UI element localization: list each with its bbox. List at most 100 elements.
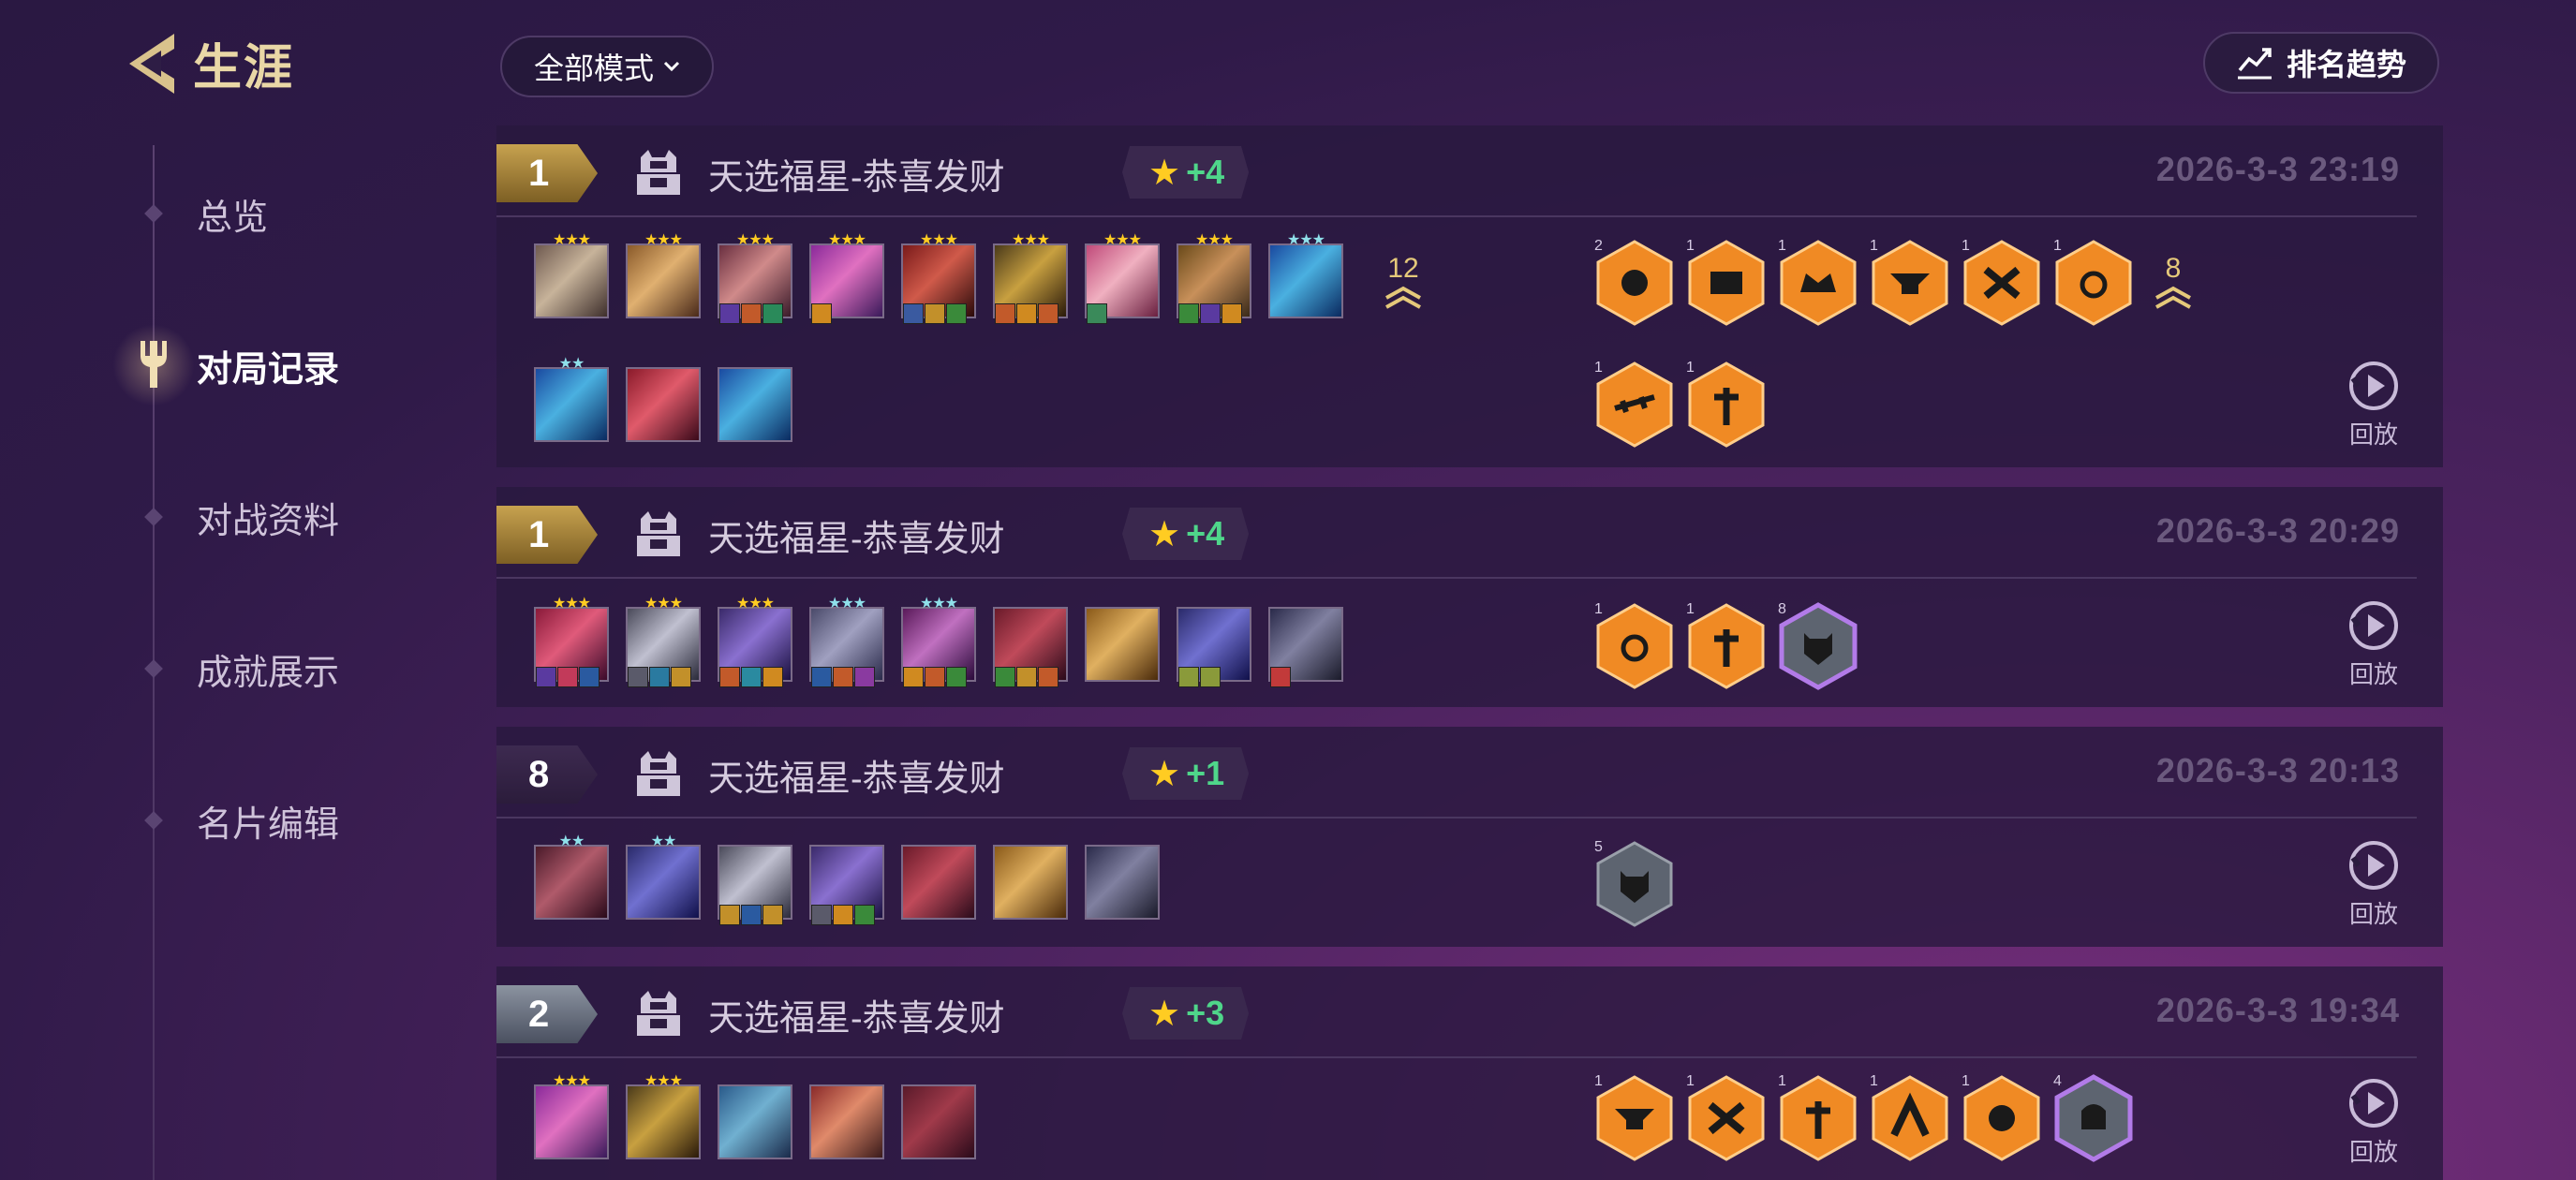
champion-unit[interactable]: ★★★ xyxy=(901,233,976,324)
champion-unit[interactable]: ★★ xyxy=(626,834,701,920)
match-record[interactable]: 8 天选福星-恭喜发财 ★ +1 2026-3-3 20:13 ★★ ★★ 5 … xyxy=(496,727,2443,947)
champion-unit[interactable]: ★★★ xyxy=(534,1074,609,1159)
champion-unit[interactable]: ★★★ xyxy=(534,597,609,687)
match-record[interactable]: 2 天选福星-恭喜发财 ★ +3 2026-3-3 19:34 ★★★ ★★★ … xyxy=(496,966,2443,1180)
star-icon: ★ xyxy=(1148,754,1181,794)
level-up-icon xyxy=(2155,286,2191,309)
match-date: 2026-3-3 23:19 xyxy=(2155,150,2400,188)
champion-unit[interactable] xyxy=(901,845,976,920)
champion-unit[interactable] xyxy=(901,1084,976,1159)
champion-unit[interactable]: ★★★ xyxy=(626,1074,701,1159)
sidebar-item-overview[interactable]: 总览 xyxy=(0,176,450,251)
nav-dot xyxy=(144,659,163,678)
rank-trend-label: 排名趋势 xyxy=(2286,48,2406,81)
champion-unit[interactable] xyxy=(1085,845,1160,920)
divider xyxy=(496,577,2417,579)
item-slots xyxy=(628,667,691,687)
replay-icon xyxy=(2349,361,2398,410)
points-badge: ★ +4 xyxy=(1122,508,1250,560)
star-level: ★★★ xyxy=(735,232,775,248)
mode-name: 天选福星-恭喜发财 xyxy=(708,158,1005,198)
champion-unit[interactable]: ★★★ xyxy=(626,233,701,318)
match-record[interactable]: 1 天选福星-恭喜发财 ★ +4 2026-3-3 23:19 ★★★ ★★ ★ … xyxy=(496,125,2443,467)
champion-unit[interactable] xyxy=(1177,607,1251,687)
trait-count: 8 xyxy=(1778,601,1786,617)
champion-unit[interactable]: ★★★ xyxy=(809,233,884,324)
champion-unit[interactable] xyxy=(809,845,884,925)
sidebar-item-battle-data[interactable]: 对战资料 xyxy=(0,479,450,554)
champion-unit[interactable]: ★★ xyxy=(534,357,609,442)
match-record[interactable]: 1 天选福星-恭喜发财 ★ +4 2026-3-3 20:29 ★★★ ★★★ … xyxy=(496,487,2443,707)
champion-unit[interactable] xyxy=(1268,607,1343,687)
item-slots xyxy=(1270,667,1291,687)
mode-name: 天选福星-恭喜发财 xyxy=(708,760,1005,799)
trait-count: 1 xyxy=(1686,238,1695,254)
champion-unit[interactable]: ★★★ xyxy=(809,597,884,687)
star-level: ★★★ xyxy=(735,596,775,612)
trait-count: 2 xyxy=(1594,238,1603,254)
mode-name: 天选福星-恭喜发财 xyxy=(708,999,1005,1039)
trait-count: 1 xyxy=(1778,238,1786,254)
champion-unit[interactable]: ★★★ xyxy=(901,597,976,687)
champion-unit[interactable] xyxy=(718,367,792,442)
chevron-down-icon xyxy=(663,61,680,72)
item-slots xyxy=(811,303,832,324)
item-slots xyxy=(719,905,783,925)
champion-unit[interactable]: ★★ xyxy=(534,834,609,920)
nav-dot xyxy=(144,204,163,223)
points-value: +1 xyxy=(1186,754,1225,792)
replay-button[interactable]: 回放 xyxy=(2336,839,2411,930)
item-slots xyxy=(811,905,875,925)
trait-level: 8 xyxy=(2145,253,2201,309)
champion-unit[interactable]: ★★★ xyxy=(534,233,609,318)
item-slots xyxy=(811,667,875,687)
champion-unit[interactable] xyxy=(718,845,792,925)
star-level: ★★★ xyxy=(552,1073,591,1089)
trait-count: 1 xyxy=(1870,238,1878,254)
sidebar-item-achievements[interactable]: 成就展示 xyxy=(0,631,450,706)
trait-count: 1 xyxy=(2053,238,2062,254)
nav-dot xyxy=(144,811,163,830)
replay-button[interactable]: 回放 xyxy=(2336,599,2411,690)
champion-unit[interactable]: ★★★ xyxy=(1177,233,1251,324)
mode-robot-icon xyxy=(637,751,680,796)
champion-unit[interactable]: ★★★ xyxy=(626,597,701,687)
champion-unit[interactable] xyxy=(993,845,1068,920)
player-level: 12 xyxy=(1375,253,1431,309)
champion-unit[interactable] xyxy=(1085,607,1160,682)
star-level: ★★★ xyxy=(552,232,591,248)
item-slots xyxy=(903,303,967,324)
star-level: ★★★ xyxy=(919,596,958,612)
points-badge: ★ +3 xyxy=(1122,987,1250,1040)
champion-unit[interactable]: ★★★ xyxy=(1085,233,1160,324)
back-chevron-icon[interactable] xyxy=(120,30,180,97)
item-slots xyxy=(536,667,600,687)
champion-unit[interactable] xyxy=(718,1084,792,1159)
match-date: 2026-3-3 20:29 xyxy=(2155,511,2400,550)
replay-button[interactable]: 回放 xyxy=(2336,360,2411,450)
sidebar-item-label: 名片编辑 xyxy=(197,804,340,845)
champion-unit[interactable] xyxy=(993,607,1068,687)
star-level: ★★★ xyxy=(1286,232,1325,248)
replay-label: 回放 xyxy=(2348,660,2398,688)
sidebar-item-match-history[interactable]: 对局记录 xyxy=(0,324,450,406)
champion-unit[interactable]: ★★★ xyxy=(993,233,1068,324)
divider xyxy=(496,215,2417,217)
star-level: ★★★ xyxy=(552,596,591,612)
champion-unit[interactable]: ★★★ xyxy=(1268,233,1343,318)
star-icon: ★ xyxy=(1148,153,1181,193)
mode-filter-dropdown[interactable]: 全部模式 xyxy=(500,36,714,97)
sidebar-item-card-edit[interactable]: 名片编辑 xyxy=(0,783,450,858)
replay-label: 回放 xyxy=(2348,420,2398,449)
champion-unit[interactable] xyxy=(809,1084,884,1159)
item-slots xyxy=(903,667,967,687)
star-icon: ★ xyxy=(1148,514,1181,554)
rank-trend-button[interactable]: 排名趋势 xyxy=(2203,32,2439,94)
champion-unit[interactable] xyxy=(626,367,701,442)
points-value: +4 xyxy=(1186,153,1225,191)
back-header[interactable]: 生涯 xyxy=(120,28,294,98)
replay-button[interactable]: 回放 xyxy=(2336,1077,2411,1168)
replay-label: 回放 xyxy=(2348,900,2398,928)
champion-unit[interactable]: ★★★ xyxy=(718,233,792,324)
champion-unit[interactable]: ★★★ xyxy=(718,597,792,687)
